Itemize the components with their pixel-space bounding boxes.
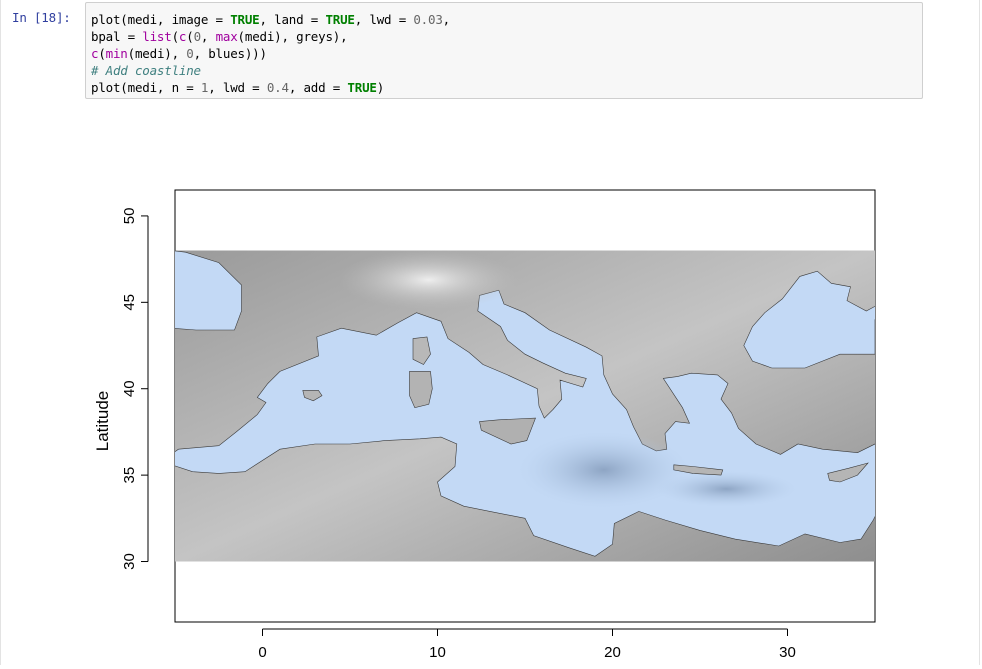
code-cell-input[interactable]: plot(medi, image = TRUE, land = TRUE, lw… — [85, 2, 923, 99]
cell-prompt: In [18]: — [12, 10, 71, 25]
sardinia-island — [409, 371, 433, 409]
code-editor[interactable]: plot(medi, image = TRUE, land = TRUE, lw… — [91, 11, 450, 96]
alps-relief — [338, 250, 519, 310]
y-axis-label: Latitude — [93, 391, 112, 452]
map-plot: 30 35 40 45 50 0 10 20 30 Latitude — [93, 189, 876, 661]
bathymetry-raster — [175, 250, 875, 562]
x-tick-label: 30 — [779, 644, 796, 661]
y-tick-label: 45 — [121, 294, 138, 311]
y-tick-label: 35 — [121, 467, 138, 484]
y-axis: 30 35 40 45 50 — [121, 208, 149, 570]
x-axis: 0 10 20 30 — [258, 628, 796, 661]
y-tick-label: 40 — [121, 380, 138, 397]
x-tick-label: 0 — [258, 644, 266, 661]
y-tick-label: 30 — [121, 553, 138, 570]
hellenic-trench — [656, 470, 797, 507]
x-tick-label: 10 — [429, 644, 446, 661]
x-tick-label: 20 — [604, 644, 621, 661]
cell-output: 30 35 40 45 50 0 10 20 30 Latitude — [85, 110, 923, 665]
y-tick-label: 50 — [121, 208, 138, 225]
